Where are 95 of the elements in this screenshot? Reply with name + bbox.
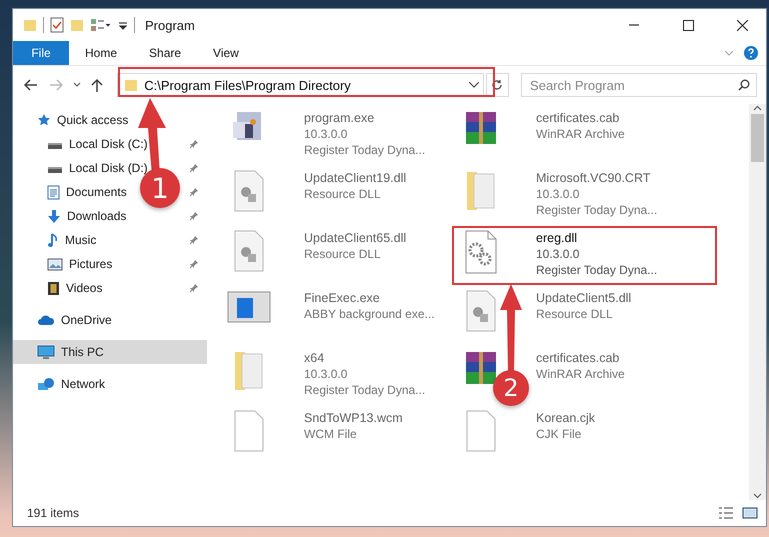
file-name[interactable]: Microsoft.VC90.CRT xyxy=(536,170,658,186)
folder-icon xyxy=(234,350,264,392)
settings-file-icon xyxy=(233,170,265,212)
picture-icon xyxy=(47,258,63,270)
file-detail: Resource DLL xyxy=(536,306,614,322)
ribbon-tab[interactable]: View xyxy=(197,41,255,65)
up-arrow-icon xyxy=(91,78,104,92)
ribbon-tab[interactable]: Home xyxy=(69,41,134,65)
pin-icon xyxy=(189,187,199,197)
file-detail: WinRAR Archive xyxy=(536,366,625,382)
properties-icon xyxy=(90,18,112,32)
file-name[interactable]: certificates.cab xyxy=(536,110,625,126)
pin-icon xyxy=(189,211,199,221)
sidebar-item[interactable]: Downloads xyxy=(67,209,126,223)
forward-arrow-icon xyxy=(49,79,64,91)
film-icon xyxy=(47,280,60,296)
minimize-icon xyxy=(629,24,639,26)
details-view-icon[interactable] xyxy=(718,506,734,520)
file-detail: 10.3.0.0 xyxy=(536,246,580,262)
sidebar-item[interactable]: Videos xyxy=(66,281,102,295)
file-detail: CJK File xyxy=(536,426,582,442)
scrollbar-thumb[interactable] xyxy=(751,114,764,162)
file-name[interactable]: ereg.dll xyxy=(536,230,658,246)
settings-file-icon xyxy=(233,230,265,272)
folder-icon xyxy=(466,170,496,212)
file-detail: WCM File xyxy=(304,426,358,442)
pin-icon xyxy=(189,259,199,269)
sidebar-item[interactable]: Pictures xyxy=(69,257,112,271)
file-detail: WinRAR Archive xyxy=(536,126,625,142)
file-detail: Resource DLL xyxy=(304,246,382,262)
ribbon-tab[interactable]: File xyxy=(13,41,69,65)
music-note-icon xyxy=(47,232,59,248)
help-icon xyxy=(744,46,758,60)
sidebar-item[interactable]: Music xyxy=(65,233,96,247)
pin-icon xyxy=(189,235,199,245)
file-icon xyxy=(233,410,265,452)
back-arrow-icon xyxy=(24,79,38,91)
file-name[interactable]: UpdateClient19.dll xyxy=(304,170,406,186)
caret-icon xyxy=(468,82,478,88)
close-icon xyxy=(736,20,748,30)
refresh-button[interactable] xyxy=(486,73,510,97)
pin-icon xyxy=(189,139,199,149)
file-name[interactable]: certificates.cab xyxy=(536,350,625,366)
cloud-icon xyxy=(37,314,55,326)
file-detail: 10.3.0.0 xyxy=(304,366,348,382)
folder-icon xyxy=(124,78,138,92)
large-icons-view-icon[interactable] xyxy=(742,506,758,520)
file-detail: Register Today Dyna... xyxy=(304,382,426,398)
file-detail: Register Today Dyna... xyxy=(304,142,426,158)
window-icon xyxy=(227,290,271,324)
chevron-icon xyxy=(724,50,734,56)
search-field[interactable]: Search Program xyxy=(521,73,758,97)
file-icon xyxy=(465,410,497,452)
file-detail: ABBY background exe... xyxy=(304,306,435,322)
file-name[interactable]: UpdateClient5.dll xyxy=(536,290,632,306)
file-name[interactable]: program.exe xyxy=(304,110,426,126)
scroll-up-icon xyxy=(753,104,762,112)
sidebar-item[interactable]: Network xyxy=(61,377,106,391)
file-name[interactable]: Korean.cjk xyxy=(536,410,596,426)
pin-icon xyxy=(189,163,199,173)
star-icon xyxy=(37,113,51,127)
scroll-down-icon xyxy=(753,492,762,500)
file-detail: Register Today Dyna... xyxy=(536,202,658,218)
network-icon xyxy=(37,376,55,392)
folder-icon xyxy=(70,18,84,32)
pin-icon xyxy=(189,283,199,293)
sidebar-item[interactable]: Quick access xyxy=(57,113,128,127)
file-name[interactable]: x64 xyxy=(304,350,426,366)
file-detail: Register Today Dyna... xyxy=(536,262,658,278)
ribbon-tab[interactable]: Share xyxy=(133,41,198,65)
sidebar-item[interactable]: Documents xyxy=(66,185,127,199)
folder-icon xyxy=(23,18,37,32)
file-detail: 10.3.0.0 xyxy=(536,186,580,202)
sidebar-item[interactable]: Local Disk (C:) xyxy=(69,137,148,151)
file-name[interactable]: SndToWP13.wcm xyxy=(304,410,403,426)
dropdown-icon xyxy=(118,20,128,30)
file-detail: Resource DLL xyxy=(304,186,382,202)
monitor-icon xyxy=(37,344,55,360)
sidebar-item[interactable]: This PC xyxy=(61,345,104,359)
refresh-icon xyxy=(491,79,504,91)
document-icon xyxy=(47,184,60,200)
file-detail: 10.3.0.0 xyxy=(304,126,348,142)
file-name[interactable]: UpdateClient65.dll xyxy=(304,230,406,246)
checklist-icon xyxy=(50,17,64,33)
window-title: Program xyxy=(145,18,195,32)
settings-file-icon xyxy=(465,290,497,332)
download-icon xyxy=(47,208,61,224)
scrollbar[interactable] xyxy=(749,104,766,500)
gear-file-icon xyxy=(464,230,498,274)
maximize-icon xyxy=(682,20,694,30)
file-name[interactable]: FineExec.exe xyxy=(304,290,435,306)
caret-icon xyxy=(72,82,81,88)
sidebar-item[interactable]: OneDrive xyxy=(61,313,112,327)
address-field[interactable]: C:\Program Files\Program Directory xyxy=(117,73,484,97)
item-count: 191 items xyxy=(27,506,80,520)
